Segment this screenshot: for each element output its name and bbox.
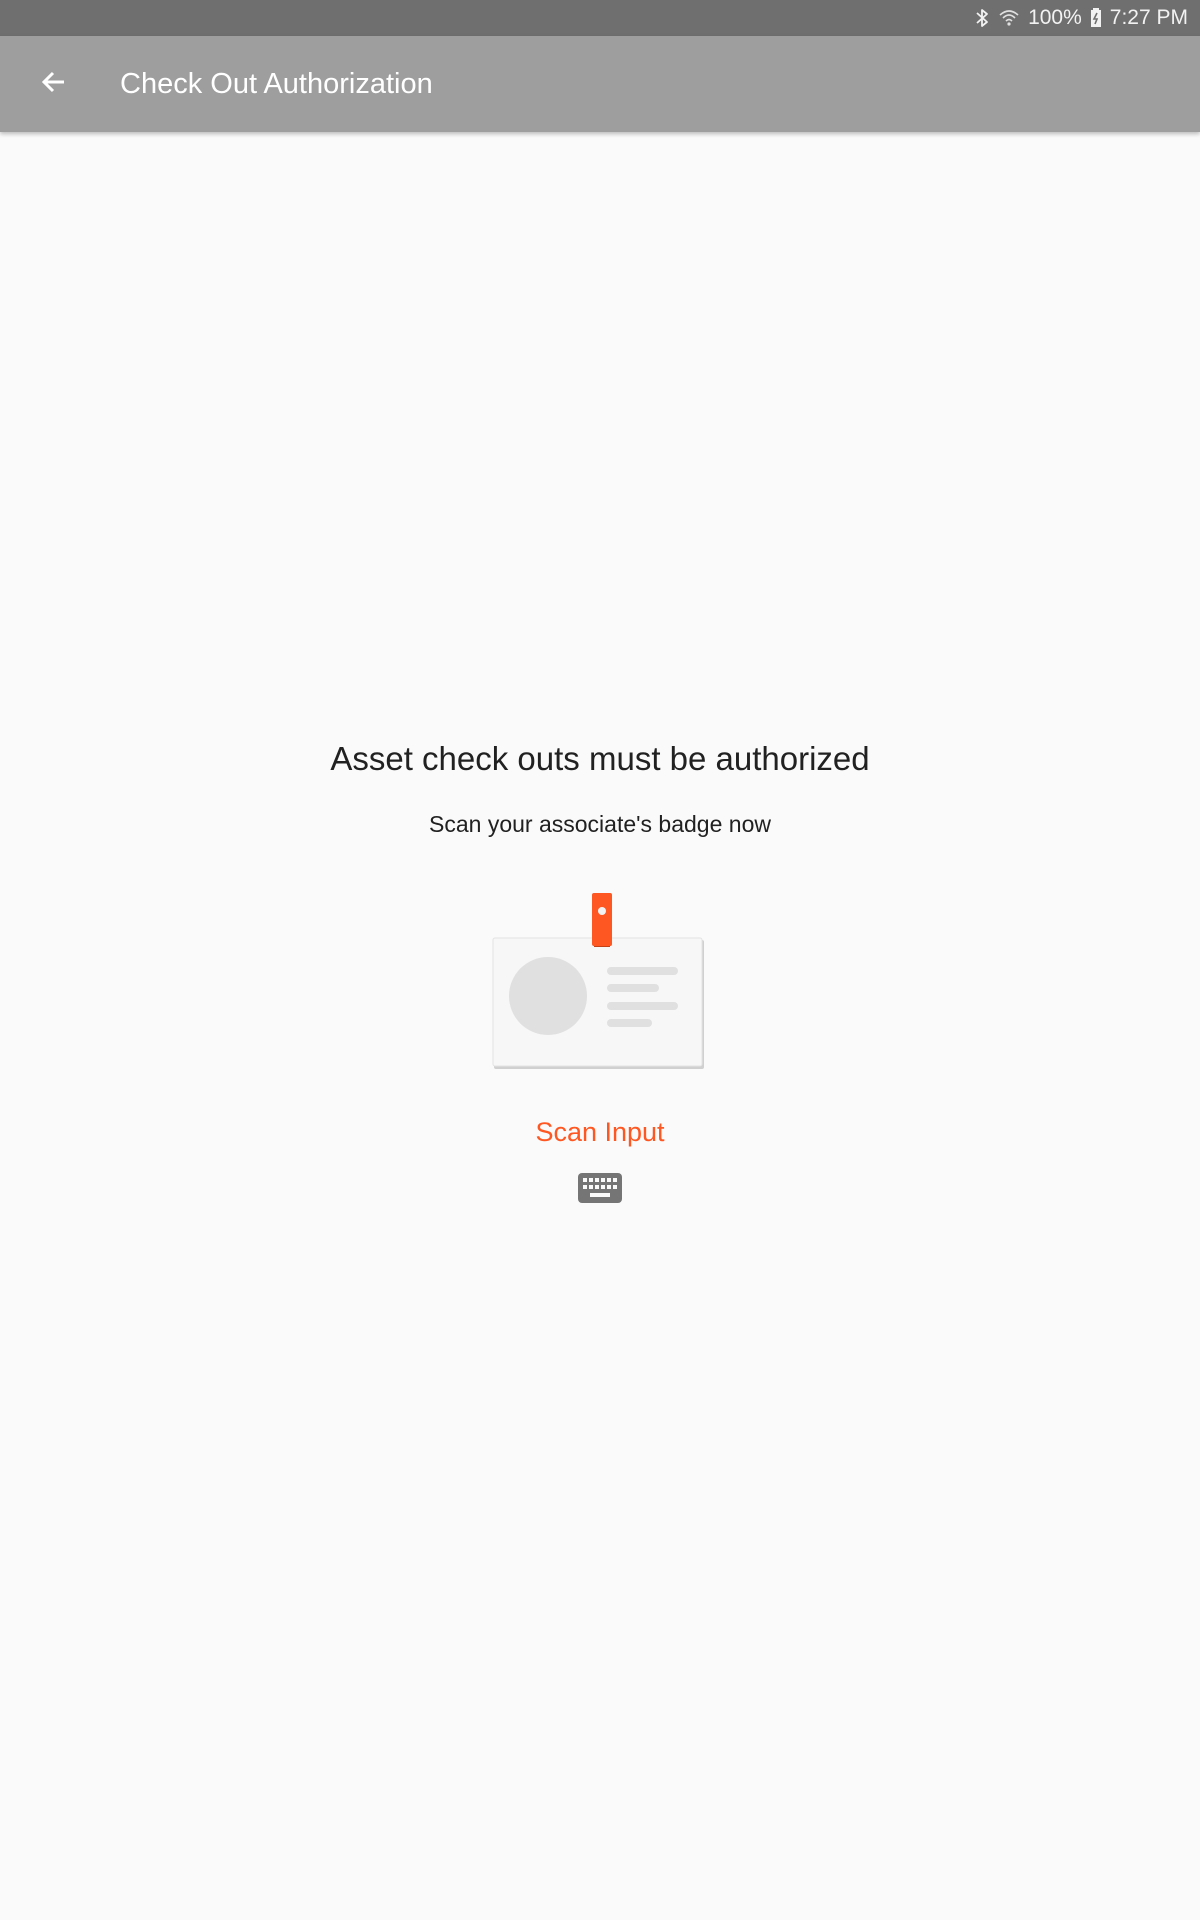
page-title: Check Out Authorization xyxy=(120,68,433,100)
back-button[interactable] xyxy=(30,60,78,108)
keyboard-button[interactable] xyxy=(574,1170,626,1210)
authorization-heading: Asset check outs must be authorized xyxy=(330,740,870,777)
wifi-icon xyxy=(998,7,1020,29)
status-bar: 100% 7:27 PM xyxy=(0,0,1200,36)
scan-instruction: Scan your associate's badge now xyxy=(429,811,771,837)
id-badge-icon xyxy=(490,890,710,1075)
screen: 100% 7:27 PM Check Out Authorization Ass… xyxy=(0,0,1200,1920)
keyboard-icon xyxy=(577,1172,623,1209)
status-bar-right: 100% 7:27 PM xyxy=(974,0,1188,36)
bluetooth-icon xyxy=(974,7,990,29)
battery-charging-icon xyxy=(1090,7,1102,29)
battery-percent: 100% xyxy=(1028,6,1082,29)
status-time: 7:27 PM xyxy=(1109,6,1188,29)
scan-input-button[interactable]: Scan Input xyxy=(500,1110,700,1154)
arrow-back-icon xyxy=(40,68,68,101)
app-toolbar: Check Out Authorization xyxy=(0,36,1200,132)
